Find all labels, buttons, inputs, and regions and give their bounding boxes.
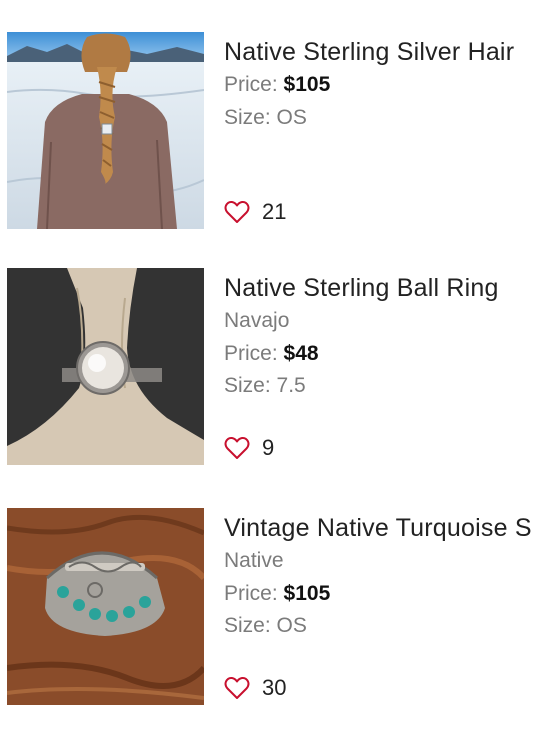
price-line: Price: $48 [224, 340, 319, 368]
size-line: Size: 7.5 [224, 372, 306, 400]
woman-braid-snow-photo [7, 32, 204, 229]
like-count: 9 [262, 435, 275, 460]
price-value: $105 [283, 73, 331, 96]
price-label: Price: [224, 582, 278, 605]
size-line: Size: OS [224, 104, 307, 132]
likes: 21 [224, 197, 286, 227]
price-label: Price: [224, 342, 278, 365]
listing-title[interactable]: Vintage Native Turquoise S [224, 512, 550, 544]
heart-outline-icon[interactable] [224, 436, 250, 460]
listing-info: Native Sterling Silver Hair Price: $105 … [224, 32, 550, 229]
price-label: Price: [224, 73, 278, 96]
listing-info: Native Sterling Ball Ring Navajo Price: … [224, 268, 550, 465]
heart-outline-icon[interactable] [224, 200, 250, 224]
price-line: Price: $105 [224, 71, 330, 99]
listing-card[interactable]: Vintage Native Turquoise S Native Price:… [0, 508, 550, 708]
listing-photo[interactable] [7, 268, 204, 465]
likes: 9 [224, 433, 274, 463]
size-value: 7.5 [276, 374, 306, 397]
size-label: Size: [224, 614, 271, 637]
like-count: 30 [262, 675, 287, 700]
heart-outline-icon[interactable] [224, 676, 250, 700]
listing-subtitle: Native [224, 549, 284, 572]
listing-title[interactable]: Native Sterling Ball Ring [224, 272, 550, 304]
ring-on-antler-photo [7, 268, 204, 465]
listing-info: Vintage Native Turquoise S Native Price:… [224, 508, 550, 705]
size-value: OS [276, 614, 307, 637]
size-label: Size: [224, 106, 271, 129]
listing-card[interactable]: Native Sterling Silver Hair Price: $105 … [0, 32, 550, 232]
price-value: $48 [283, 342, 319, 365]
size-value: OS [276, 106, 307, 129]
listing-photo[interactable] [7, 508, 204, 705]
size-line: Size: OS [224, 612, 307, 640]
listing-card[interactable]: Native Sterling Ball Ring Navajo Price: … [0, 268, 550, 468]
like-count: 21 [262, 199, 287, 224]
price-value: $105 [283, 582, 331, 605]
price-line: Price: $105 [224, 580, 330, 608]
listing-photo[interactable] [7, 32, 204, 229]
listing-title[interactable]: Native Sterling Silver Hair [224, 36, 550, 68]
size-label: Size: [224, 374, 271, 397]
turquoise-hair-piece-photo [7, 508, 204, 705]
listing-subtitle: Navajo [224, 309, 290, 332]
likes: 30 [224, 673, 286, 703]
